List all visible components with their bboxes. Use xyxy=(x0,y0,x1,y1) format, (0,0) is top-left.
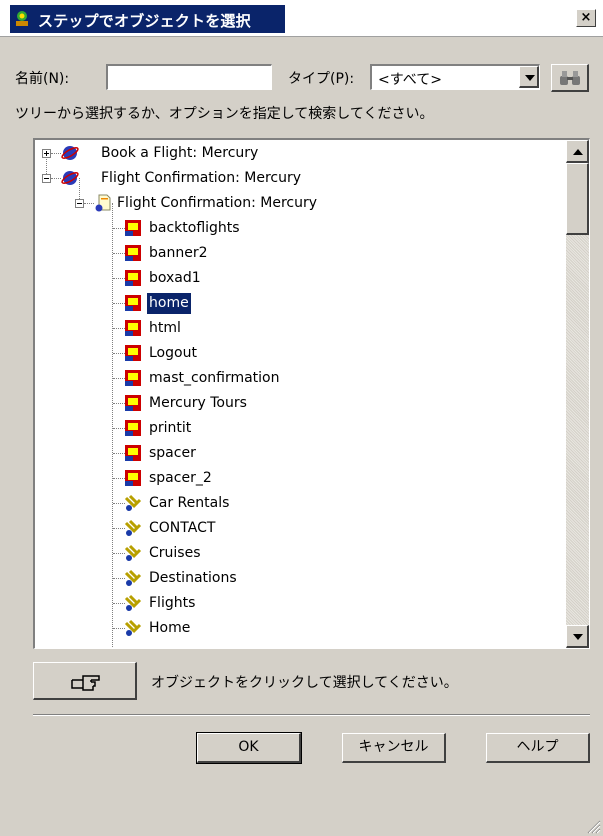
tree-item-label: Logout xyxy=(149,345,197,361)
pick-object-button[interactable] xyxy=(33,662,137,700)
browser-icon xyxy=(61,146,79,160)
image-icon xyxy=(125,420,141,436)
tree-item-flights[interactable]: Flights xyxy=(35,591,565,616)
tree-item-label: Mercury Tours xyxy=(149,395,247,411)
arrow-down-icon xyxy=(573,634,583,640)
tree-item-html[interactable]: html xyxy=(35,316,565,341)
collapse-minus-icon[interactable] xyxy=(75,199,84,208)
image-icon xyxy=(125,295,141,311)
tree-item-mast-confirmation[interactable]: mast_confirmation xyxy=(35,366,565,391)
link-icon xyxy=(124,594,142,611)
pointing-hand-icon xyxy=(71,675,100,691)
image-icon xyxy=(125,345,141,361)
chevron-down-icon xyxy=(525,75,535,81)
tree-item-spacer-2[interactable]: spacer_2 xyxy=(35,466,565,491)
tree-item-flight-confirmation-page[interactable]: Flight Confirmation: Mercury xyxy=(35,191,565,216)
scroll-thumb[interactable] xyxy=(566,163,589,235)
tree-vertical-scrollbar[interactable] xyxy=(566,140,589,648)
tree-item-home-selected[interactable]: home xyxy=(35,291,565,316)
tree-item-logout[interactable]: Logout xyxy=(35,341,565,366)
image-icon xyxy=(125,395,141,411)
tree-line xyxy=(51,178,61,179)
window-title: ステップでオブジェクトを選択 xyxy=(35,9,254,33)
link-icon xyxy=(124,544,142,561)
object-tree[interactable]: Book a Flight: Mercury Flight Confirmati… xyxy=(33,138,590,649)
type-select-dropdown-button[interactable] xyxy=(519,66,539,88)
help-button[interactable]: ヘルプ xyxy=(486,733,590,763)
tree-item-label: Flights xyxy=(149,595,196,611)
link-icon xyxy=(124,494,142,511)
tree-item-spacer[interactable]: spacer xyxy=(35,441,565,466)
scroll-down-button[interactable] xyxy=(566,625,589,648)
tree-item-book-a-flight[interactable]: Book a Flight: Mercury xyxy=(35,141,565,166)
page-icon xyxy=(95,194,111,212)
app-icon xyxy=(16,11,28,26)
type-select-value: <すべて> xyxy=(378,72,442,88)
collapse-minus-icon[interactable] xyxy=(42,174,51,183)
tree-item-label: boxad1 xyxy=(149,270,201,286)
type-select[interactable]: <すべて> xyxy=(370,64,540,90)
tree-item-label: home xyxy=(146,292,192,315)
tree-line xyxy=(84,203,94,204)
title-bar: ステップでオブジェクトを選択 × xyxy=(0,0,603,37)
close-button[interactable]: × xyxy=(576,9,596,27)
tree-item-flight-confirmation-browser[interactable]: Flight Confirmation: Mercury xyxy=(35,166,565,191)
tree-item-label: spacer xyxy=(149,445,196,461)
binoculars-icon xyxy=(560,71,580,85)
name-label: 名前(N): xyxy=(15,71,70,87)
link-icon xyxy=(124,619,142,636)
instruction-text: ツリーから選択するか、オプションを指定して検索してください。 xyxy=(15,106,434,122)
tree-item-cruises[interactable]: Cruises xyxy=(35,541,565,566)
link-icon xyxy=(124,519,142,536)
tree-item-label: mast_confirmation xyxy=(149,370,280,386)
expand-plus-icon[interactable] xyxy=(42,149,51,158)
tree-item-backtoflights[interactable]: backtoflights xyxy=(35,216,565,241)
tree-item-contact[interactable]: CONTACT xyxy=(35,516,565,541)
tree-item-banner2[interactable]: banner2 xyxy=(35,241,565,266)
image-icon xyxy=(125,370,141,386)
resize-grip-icon[interactable] xyxy=(587,820,601,834)
name-input[interactable] xyxy=(106,64,272,90)
image-icon xyxy=(125,270,141,286)
tree-item-car-rentals[interactable]: Car Rentals xyxy=(35,491,565,516)
tree-item-label: Car Rentals xyxy=(149,495,230,511)
tree-item-label: printit xyxy=(149,420,192,436)
tree-item-label: Cruises xyxy=(149,545,201,561)
link-icon xyxy=(124,569,142,586)
scroll-up-button[interactable] xyxy=(566,140,589,163)
tree-item-label: Home xyxy=(149,620,191,636)
image-icon xyxy=(125,445,141,461)
tree-item-label: Flight Confirmation: Mercury xyxy=(117,195,318,211)
tree-item-label: html xyxy=(149,320,181,336)
tree-item-label: spacer_2 xyxy=(149,470,212,486)
close-icon: × xyxy=(580,10,592,25)
tree-item-label: Flight Confirmation: Mercury xyxy=(101,170,302,186)
tree-item-label: Destinations xyxy=(149,570,237,586)
pick-hint-text: オブジェクトをクリックして選択してください。 xyxy=(151,675,458,691)
tree-item-boxad1[interactable]: boxad1 xyxy=(35,266,565,291)
image-icon xyxy=(125,320,141,336)
tree-item-mercury-tours[interactable]: Mercury Tours xyxy=(35,391,565,416)
type-label: タイプ(P): xyxy=(288,71,355,87)
tree-line xyxy=(51,153,61,154)
browser-icon xyxy=(61,171,79,185)
image-icon xyxy=(125,470,141,486)
tree-item-label: Book a Flight: Mercury xyxy=(101,145,259,161)
tree-item-label: CONTACT xyxy=(149,520,216,536)
divider xyxy=(33,714,590,716)
tree-item-label: backtoflights xyxy=(149,220,240,236)
tree-item-label: banner2 xyxy=(149,245,208,261)
arrow-up-icon xyxy=(573,149,583,155)
tree-item-printit[interactable]: printit xyxy=(35,416,565,441)
image-icon xyxy=(125,220,141,236)
tree-item-home-link[interactable]: Home xyxy=(35,616,565,641)
ok-button[interactable]: OK xyxy=(196,732,302,764)
find-button[interactable] xyxy=(551,64,589,92)
tree-item-destinations[interactable]: Destinations xyxy=(35,566,565,591)
cancel-button[interactable]: キャンセル xyxy=(342,733,446,763)
image-icon xyxy=(125,245,141,261)
